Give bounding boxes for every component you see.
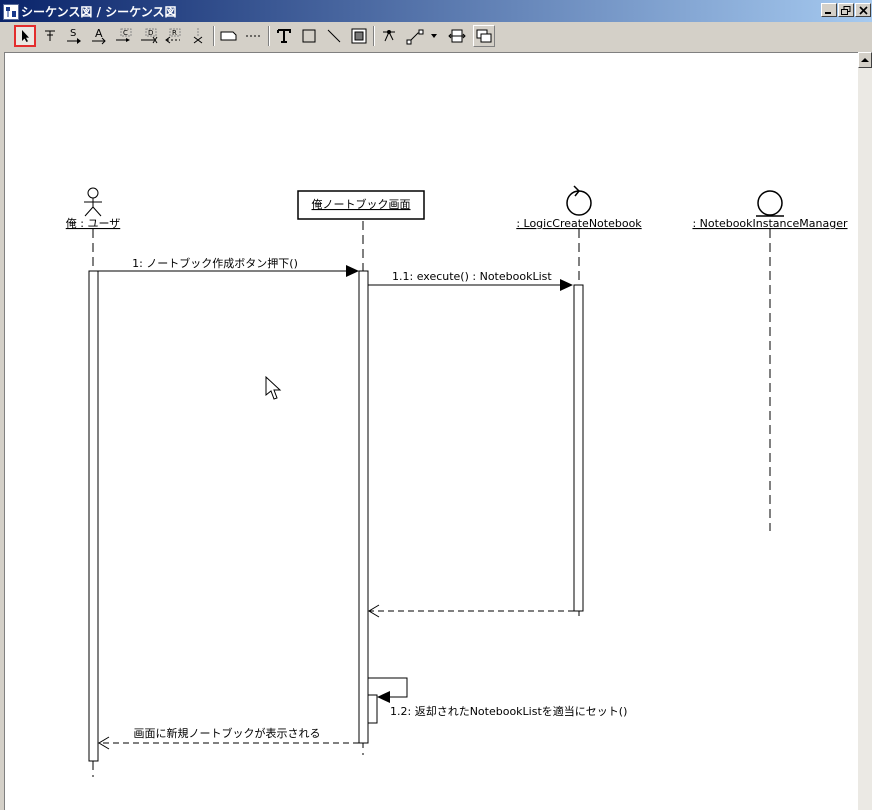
chevron-up-icon — [861, 58, 869, 62]
line-icon — [327, 29, 341, 43]
terminate-icon — [193, 28, 203, 44]
minimize-button[interactable] — [821, 3, 837, 17]
activation-bar-screen[interactable] — [358, 270, 369, 744]
fit-size-tool-button[interactable] — [446, 25, 468, 47]
window-title: シーケンス図 / シーケンス図 — [21, 5, 177, 19]
stimulus-tool-button[interactable] — [39, 25, 61, 47]
line-style-dropdown-button[interactable] — [428, 25, 440, 47]
activation-bar-self[interactable] — [367, 694, 378, 724]
line-tool-button[interactable] — [323, 25, 345, 47]
message-label[interactable]: 画面に新規ノートブックが表示される — [134, 726, 321, 740]
pin-icon — [383, 30, 395, 42]
svg-text:R: R — [172, 29, 177, 37]
select-tool-button[interactable] — [14, 25, 36, 47]
mouse-cursor-icon — [265, 375, 282, 400]
toolbar-separator — [373, 26, 375, 46]
async-message-icon: A — [92, 27, 106, 45]
svg-text:S: S — [70, 28, 76, 39]
async-message-tool-button[interactable]: A — [88, 25, 110, 47]
line-style-icon — [406, 29, 424, 45]
destroy-message-icon: D — [141, 28, 158, 44]
image-tool-button[interactable] — [348, 25, 370, 47]
text-tool-button[interactable] — [273, 25, 295, 47]
activation-bar-user[interactable] — [88, 270, 99, 762]
lifeline-label-logic[interactable]: : LogicCreateNotebook — [516, 217, 642, 230]
title-bar: シーケンス図 / シーケンス図 — [0, 0, 872, 22]
close-button[interactable] — [855, 3, 871, 17]
pin-tool-button[interactable] — [378, 25, 400, 47]
image-icon — [351, 28, 367, 44]
text-icon — [277, 29, 291, 43]
toolbar-separator — [268, 26, 270, 46]
return-message-tool-button[interactable]: R — [162, 25, 184, 47]
restore-button[interactable] — [838, 3, 854, 17]
lifeline-label-screen[interactable]: 俺ノートブック画面 — [312, 197, 411, 211]
svg-text:A: A — [95, 27, 103, 40]
toolbar-separator — [213, 26, 215, 46]
return-arrow[interactable] — [368, 604, 574, 618]
overlap-icon — [476, 29, 492, 43]
note-anchor-tool-button[interactable] — [243, 25, 265, 47]
activation-bar-logic[interactable] — [573, 284, 584, 612]
note-tool-button[interactable] — [218, 25, 240, 47]
app-icon — [3, 4, 19, 20]
stimulus-icon — [45, 30, 55, 41]
scroll-up-button[interactable] — [858, 52, 872, 68]
overlap-toggle-button[interactable] — [473, 25, 495, 47]
toolbar: S A C D R — [0, 22, 872, 52]
sync-message-tool-button[interactable]: S — [63, 25, 85, 47]
lifeline-label-user[interactable]: 俺 : ユーザ — [66, 216, 120, 230]
diagram-canvas[interactable]: 俺 : ユーザ 俺ノートブック画面 : LogicCreateNotebook … — [4, 52, 858, 810]
message-label[interactable]: 1: ノートブック作成ボタン押下() — [132, 256, 298, 270]
lifeline-label-manager[interactable]: : NotebookInstanceManager — [692, 217, 848, 230]
message-label[interactable]: 1.2: 返却されたNotebookListを適当にセット() — [390, 704, 627, 718]
rectangle-icon — [302, 29, 316, 43]
return-message-icon: R — [165, 28, 181, 44]
sequence-diagram: 俺 : ユーザ 俺ノートブック画面 : LogicCreateNotebook … — [66, 185, 848, 777]
note-anchor-icon — [246, 35, 262, 37]
sync-message-icon: S — [67, 28, 81, 44]
message-label[interactable]: 1.1: execute() : NotebookList — [392, 270, 552, 283]
arrow-cursor-icon — [22, 30, 29, 42]
fit-size-icon — [448, 29, 466, 43]
chevron-down-icon — [431, 34, 437, 38]
vertical-scrollbar[interactable] — [858, 52, 872, 810]
control-icon — [566, 185, 592, 216]
create-message-tool-button[interactable]: C — [113, 25, 135, 47]
create-message-icon: C — [116, 28, 132, 42]
svg-text:C: C — [123, 29, 128, 37]
rectangle-tool-button[interactable] — [298, 25, 320, 47]
actor-icon — [84, 187, 102, 217]
entity-icon — [756, 190, 784, 217]
line-style-tool-button[interactable] — [404, 25, 426, 47]
svg-text:D: D — [148, 29, 153, 37]
destroy-message-tool-button[interactable]: D — [138, 25, 160, 47]
note-icon — [220, 31, 237, 41]
terminate-tool-button[interactable] — [187, 25, 209, 47]
